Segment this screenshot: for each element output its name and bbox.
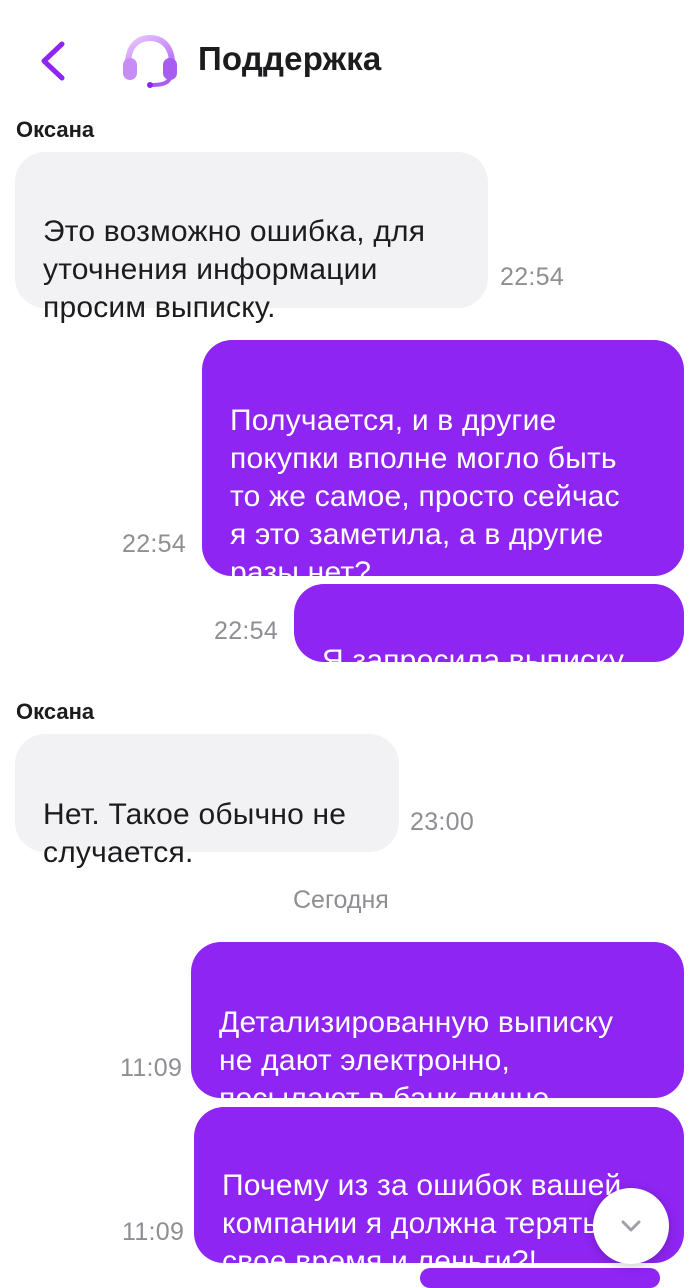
chevron-down-icon <box>621 1220 641 1232</box>
date-separator: Сегодня <box>293 886 389 914</box>
sender-name: Оксана <box>16 699 95 724</box>
headset-icon <box>120 34 180 88</box>
message-text: Я запросила выписку. <box>322 644 630 677</box>
message-text: Детализированную выписку не дают электро… <box>219 1006 614 1115</box>
message-text: Почему из за ошибок вашей компании я дол… <box>222 1169 622 1278</box>
incoming-message-bubble[interactable]: Нет. Такое обычно не случается. <box>15 734 399 869</box>
message-time: 22:54 <box>500 263 565 291</box>
chevron-left-icon <box>41 41 65 81</box>
back-button[interactable] <box>30 36 80 86</box>
outgoing-message-bubble[interactable]: Детализированную выписку не дают электро… <box>191 942 684 1115</box>
next-message-bubble-edge <box>420 1268 660 1288</box>
message-time: 22:54 <box>214 617 279 645</box>
message-text: Это возможно ошибка, для уточнения инфор… <box>43 215 426 324</box>
scroll-to-bottom-button[interactable] <box>593 1188 669 1264</box>
sender-name: Оксана <box>16 117 95 142</box>
message-time: 22:54 <box>122 530 187 558</box>
message-time: 23:00 <box>410 808 475 836</box>
message-text: Получается, и в другие покупки вполне мо… <box>230 404 620 589</box>
message-text: Нет. Такое обычно не случается. <box>43 798 347 869</box>
chat-title: Поддержка <box>198 40 382 77</box>
outgoing-message-bubble[interactable]: Получается, и в другие покупки вполне мо… <box>202 340 684 589</box>
message-time: 11:09 <box>120 1054 183 1082</box>
outgoing-message-bubble[interactable]: Я запросила выписку. <box>294 584 684 677</box>
message-time: 11:09 <box>122 1218 185 1246</box>
incoming-message-bubble[interactable]: Это возможно ошибка, для уточнения инфор… <box>15 152 488 324</box>
